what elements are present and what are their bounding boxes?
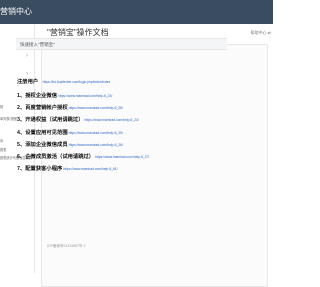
sidebar-item-label[interactable]: 报表 (0, 147, 6, 152)
top-bar: 营销中心 (0, 0, 273, 24)
step-label: 7、配置获客小程序 (17, 166, 63, 172)
app-title: 营销中心 (0, 7, 32, 16)
sidebar-item-label[interactable]: 单列表/视图 (0, 116, 17, 121)
chevron-right-icon[interactable]: › (26, 53, 28, 59)
step-link[interactable]: https://www.mamirad.com/help-6_61/ (63, 167, 117, 171)
notice-banner: 快速接入"营销宝" (16, 38, 227, 50)
sidebar-item-label[interactable]: 采 (0, 138, 3, 143)
page-title: "营销宝"操作文档 (47, 28, 109, 37)
footer-text: ICP备案号01234567号-1 (47, 244, 86, 248)
step-item: 7、配置获客小程序https://www.mamirad.com/help-6_… (17, 157, 118, 175)
help-center-link[interactable]: 帮助中心 ⇄ (251, 30, 271, 36)
sidebar-item-label[interactable]: 报 (0, 104, 3, 109)
